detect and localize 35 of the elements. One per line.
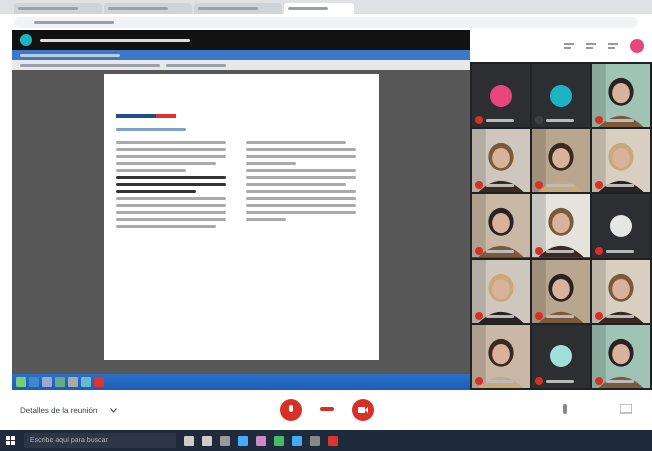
browser-tab[interactable]	[14, 3, 102, 14]
blurred-name-drawing	[546, 250, 574, 253]
windows-start-icon[interactable]	[6, 436, 16, 446]
blurred-name-drawing	[486, 314, 514, 318]
chevron-down-icon[interactable]	[110, 408, 117, 412]
microphone-button[interactable]	[280, 399, 302, 421]
blurred-name-drawing	[606, 380, 634, 383]
toolbar-icon[interactable]	[586, 41, 596, 51]
blurred-name-drawing	[486, 184, 514, 188]
meeting-details-link[interactable]: Detalles de la reunión	[20, 406, 280, 414]
blurred-name-drawing	[486, 250, 514, 253]
hang-up-icon[interactable]	[320, 407, 334, 413]
blurred-name-drawing	[546, 314, 574, 318]
blurred-name-drawing	[606, 119, 634, 122]
blurred-name-drawing	[486, 380, 514, 383]
meet-logo-icon	[20, 34, 32, 46]
camera-button[interactable]	[352, 399, 374, 421]
browser-tab[interactable]	[284, 3, 354, 14]
blurred-name-drawing	[606, 250, 634, 253]
toolbar-icon[interactable]	[608, 41, 618, 51]
blurred-name-drawing	[606, 184, 634, 188]
browser-tab[interactable]	[104, 3, 192, 14]
camera-icon	[358, 405, 368, 415]
address-bar[interactable]	[14, 16, 638, 28]
slide-stripe-drawing	[116, 114, 176, 118]
blurred-name-drawing	[546, 380, 574, 383]
present-icon[interactable]	[620, 404, 632, 416]
microphone-icon	[286, 405, 296, 415]
blurred-name-drawing	[486, 119, 514, 122]
blurred-name-drawing	[546, 119, 574, 122]
blurred-name-drawing	[606, 314, 634, 318]
blurred-name-drawing	[546, 184, 574, 188]
toolbar-icon[interactable]	[564, 41, 574, 51]
browser-tab[interactable]	[194, 3, 282, 14]
user-avatar-icon[interactable]	[630, 39, 644, 53]
